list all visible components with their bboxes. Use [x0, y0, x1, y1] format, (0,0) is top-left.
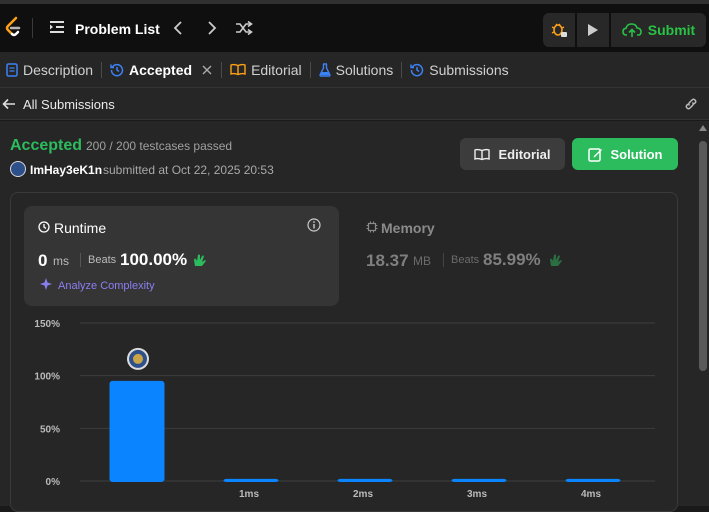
- next-problem-button[interactable]: [202, 18, 222, 38]
- chevron-right-icon: [208, 21, 217, 35]
- tab-editorial[interactable]: Editorial: [224, 52, 308, 88]
- tab-accepted[interactable]: Accepted: [104, 52, 219, 88]
- play-icon: [588, 24, 598, 36]
- topbar-divider: [32, 18, 33, 38]
- submit-button[interactable]: Submit: [611, 13, 706, 47]
- tab-label: Description: [23, 61, 94, 78]
- scroll-up-arrow[interactable]: [699, 125, 707, 131]
- y-tick-label: 50%: [40, 424, 60, 435]
- runtime-value: 0: [38, 251, 48, 270]
- tab-submissions[interactable]: Submissions: [404, 52, 514, 88]
- clapping-hands-icon: [550, 254, 562, 266]
- cloud-upload-icon: [621, 23, 642, 37]
- list-icon[interactable]: [48, 19, 66, 35]
- link-icon[interactable]: [682, 96, 700, 112]
- clapping-hands-icon: [194, 254, 206, 266]
- tab-description[interactable]: Description: [0, 52, 99, 88]
- tab-label: Solutions: [335, 61, 394, 78]
- bar-0ms[interactable]: [109, 380, 165, 482]
- y-tick-label: 150%: [34, 319, 60, 330]
- bug-lock-icon: [551, 23, 567, 37]
- editorial-label: Editorial: [498, 146, 551, 162]
- tab-divider: [101, 61, 103, 78]
- debug-button[interactable]: [543, 13, 575, 47]
- history-icon: [410, 63, 424, 76]
- tab-divider: [401, 61, 403, 78]
- sparkle-icon: [40, 278, 52, 290]
- top-bar: Problem List Submit: [0, 0, 709, 52]
- bar-1ms[interactable]: [223, 478, 279, 482]
- history-icon: [110, 63, 124, 76]
- status-accepted: Accepted: [10, 137, 83, 154]
- info-icon[interactable]: [307, 218, 321, 232]
- book-icon: [230, 63, 246, 76]
- runtime-beats-label: Beats: [88, 254, 117, 266]
- submitted-time: submitted at Oct 22, 2025 20:53: [103, 163, 274, 177]
- leetcode-logo-icon[interactable]: [3, 16, 23, 38]
- flask-icon: [318, 62, 331, 77]
- analyze-complexity-link[interactable]: Analyze Complexity: [58, 280, 155, 292]
- memory-beats-label: Beats: [451, 254, 480, 266]
- bar-3ms[interactable]: [451, 478, 507, 482]
- memory-value: 18.37: [366, 251, 409, 270]
- submissions-header: All Submissions: [0, 88, 709, 120]
- runtime-title: Runtime: [54, 220, 107, 236]
- submission-detail: Accepted 200 / 200 testcases passed ImHa…: [0, 121, 697, 512]
- run-submit-group: Submit: [543, 13, 706, 47]
- editorial-button[interactable]: Editorial: [460, 138, 565, 170]
- tab-solutions[interactable]: Solutions: [313, 52, 400, 88]
- x-tick-label: 2ms: [353, 489, 373, 500]
- memory-beats-value: 85.99%: [483, 250, 541, 269]
- bar-4ms[interactable]: [565, 478, 621, 482]
- arrow-left-icon[interactable]: [2, 97, 16, 111]
- clock-icon: [38, 221, 50, 233]
- y-tick-label: 100%: [34, 372, 60, 383]
- x-tick-label: 1ms: [239, 489, 259, 500]
- avatar[interactable]: [10, 161, 26, 177]
- runtime-beats-value: 100.00%: [120, 250, 188, 269]
- y-tick-label: 0%: [46, 477, 61, 488]
- chip-icon: [366, 221, 378, 233]
- shuffle-icon: [236, 21, 253, 35]
- all-submissions-link[interactable]: All Submissions: [23, 97, 115, 112]
- x-tick-label: 3ms: [467, 489, 487, 500]
- bar-2ms[interactable]: [337, 478, 393, 482]
- tab-label: Editorial: [251, 61, 302, 78]
- username-link[interactable]: ImHay3eK1n: [30, 163, 102, 177]
- document-icon: [6, 62, 18, 77]
- run-button[interactable]: [577, 13, 609, 47]
- random-problem-button[interactable]: [234, 18, 254, 38]
- submit-label: Submit: [647, 22, 696, 38]
- scrollbar-thumb[interactable]: [699, 141, 707, 371]
- problem-list-link[interactable]: Problem List: [75, 21, 160, 37]
- solution-button[interactable]: Solution: [572, 138, 678, 170]
- close-icon[interactable]: [201, 64, 213, 76]
- memory-divider: [443, 253, 444, 267]
- memory-title[interactable]: Memory: [381, 220, 435, 236]
- vertical-scrollbar[interactable]: [697, 121, 709, 506]
- prev-problem-button[interactable]: [168, 18, 188, 38]
- tab-label: Submissions: [429, 61, 509, 78]
- solution-label: Solution: [610, 146, 663, 162]
- user-avatar-marker[interactable]: [127, 347, 149, 370]
- edit-icon: [587, 147, 602, 162]
- tab-divider: [221, 61, 223, 78]
- tab-divider: [309, 61, 311, 78]
- chevron-left-icon: [173, 21, 182, 35]
- runtime-divider: [80, 253, 81, 267]
- x-tick-label: 4ms: [581, 489, 601, 500]
- memory-unit: MB: [413, 254, 431, 268]
- book-icon: [474, 148, 491, 160]
- tab-label: Accepted: [129, 61, 193, 78]
- testcases-passed: 200 / 200 testcases passed: [86, 139, 233, 153]
- runtime-unit: ms: [53, 254, 69, 268]
- tab-bar: Description Accepted Editorial Solutions…: [0, 52, 709, 88]
